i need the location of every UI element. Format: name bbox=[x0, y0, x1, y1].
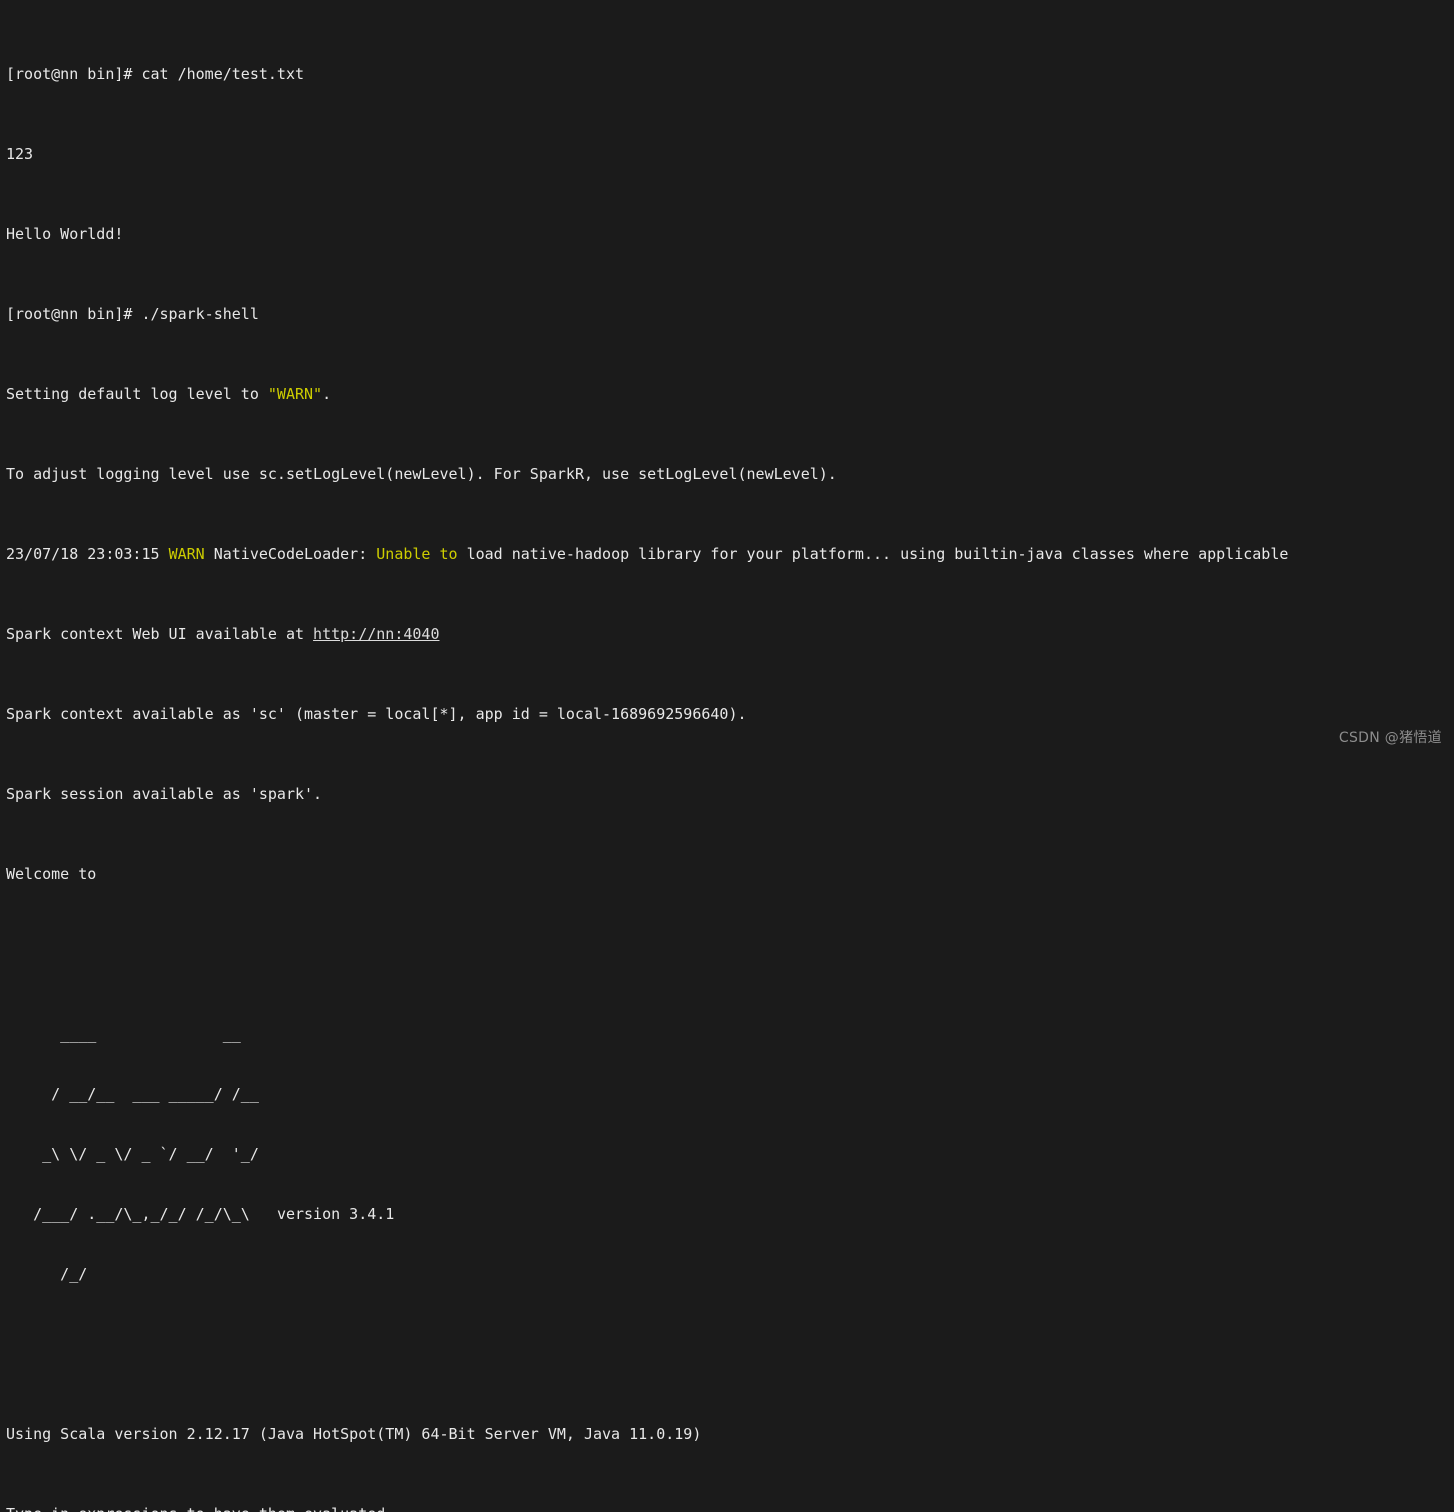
file-content-123: 123 bbox=[6, 145, 34, 163]
spark-session-line: Spark session available as 'spark'. bbox=[6, 784, 1454, 804]
file-output-line-1: 123 bbox=[6, 144, 1454, 164]
file-output-line-2: Hello Worldd! bbox=[6, 224, 1454, 244]
shell-prompt: [root@nn bin]# bbox=[6, 305, 133, 323]
spark-context-text: Spark context available as 'sc' (master … bbox=[6, 705, 747, 723]
type-expressions-line: Type in expressions to have them evaluat… bbox=[6, 1504, 1454, 1512]
shell-command-line-sparkshell: [root@nn bin]# ./spark-shell bbox=[6, 304, 1454, 324]
log-message-rest: load native-hadoop library for your plat… bbox=[457, 545, 1289, 563]
spark-ascii-logo-row-5: /_/ bbox=[6, 1265, 88, 1283]
spark-version-text: version 3.4.1 bbox=[276, 1205, 395, 1223]
log-level-line: Setting default log level to "WARN". bbox=[6, 384, 1454, 404]
log-level-hint-text: To adjust logging level use sc.setLogLev… bbox=[6, 465, 837, 483]
spark-web-ui-line: Spark context Web UI available at http:/… bbox=[6, 624, 1454, 644]
log-level-suffix: . bbox=[322, 385, 332, 403]
log-message-highlight: Unable to bbox=[376, 545, 458, 563]
csdn-watermark: CSDN @猪悟道 bbox=[1338, 730, 1442, 746]
scala-version-line: Using Scala version 2.12.17 (Java HotSpo… bbox=[6, 1424, 1454, 1444]
spark-ascii-logo-art: /___/ .__/\_,_/_/ /_/\_\ bbox=[6, 1205, 250, 1223]
log-source: NativeCodeLoader: bbox=[204, 545, 377, 563]
log-timestamp: 23/07/18 23:03:15 bbox=[6, 545, 169, 563]
log-level-badge: WARN bbox=[168, 545, 205, 563]
spark-web-ui-label: Spark context Web UI available at bbox=[6, 625, 314, 643]
scala-version-text: Using Scala version 2.12.17 (Java HotSpo… bbox=[6, 1425, 702, 1443]
spark-ascii-logo-row-3: _\ \/ _ \/ _ `/ __/ '_/ bbox=[6, 1145, 259, 1163]
file-content-hello: Hello Worldd! bbox=[6, 225, 124, 243]
spark-ascii-logo-row-2: / __/__ ___ _____/ /__ bbox=[6, 1085, 259, 1103]
terminal-window[interactable]: [root@nn bin]# cat /home/test.txt 123 He… bbox=[0, 0, 1454, 1512]
log-level-prefix: Setting default log level to bbox=[6, 385, 268, 403]
spark-ascii-logo-row-4: /___/ .__/\_,_/_/ /_/\_\ version 3.4.1 bbox=[6, 1204, 1454, 1224]
spark-ascii-logo-row-1: ____ __ bbox=[6, 1025, 241, 1043]
spark-version-label: version 3.4.1 bbox=[250, 1205, 395, 1223]
spark-context-line: Spark context available as 'sc' (master … bbox=[6, 704, 1454, 724]
shell-prompt: [root@nn bin]# bbox=[6, 65, 133, 83]
spark-web-ui-link[interactable]: http://nn:4040 bbox=[313, 625, 439, 643]
shell-command-line-cat: [root@nn bin]# cat /home/test.txt bbox=[6, 64, 1454, 84]
shell-command-text: ./spark-shell bbox=[132, 305, 259, 323]
native-code-loader-warn-line: 23/07/18 23:03:15 WARN NativeCodeLoader:… bbox=[6, 544, 1454, 564]
welcome-text: Welcome to bbox=[6, 865, 97, 883]
log-level-hint-line: To adjust logging level use sc.setLogLev… bbox=[6, 464, 1454, 484]
welcome-line: Welcome to bbox=[6, 864, 1454, 884]
type-expressions-text: Type in expressions to have them evaluat… bbox=[6, 1505, 394, 1512]
log-level-value: "WARN" bbox=[267, 385, 323, 403]
shell-command-text: cat /home/test.txt bbox=[132, 65, 305, 83]
spark-session-text: Spark session available as 'spark'. bbox=[6, 785, 323, 803]
